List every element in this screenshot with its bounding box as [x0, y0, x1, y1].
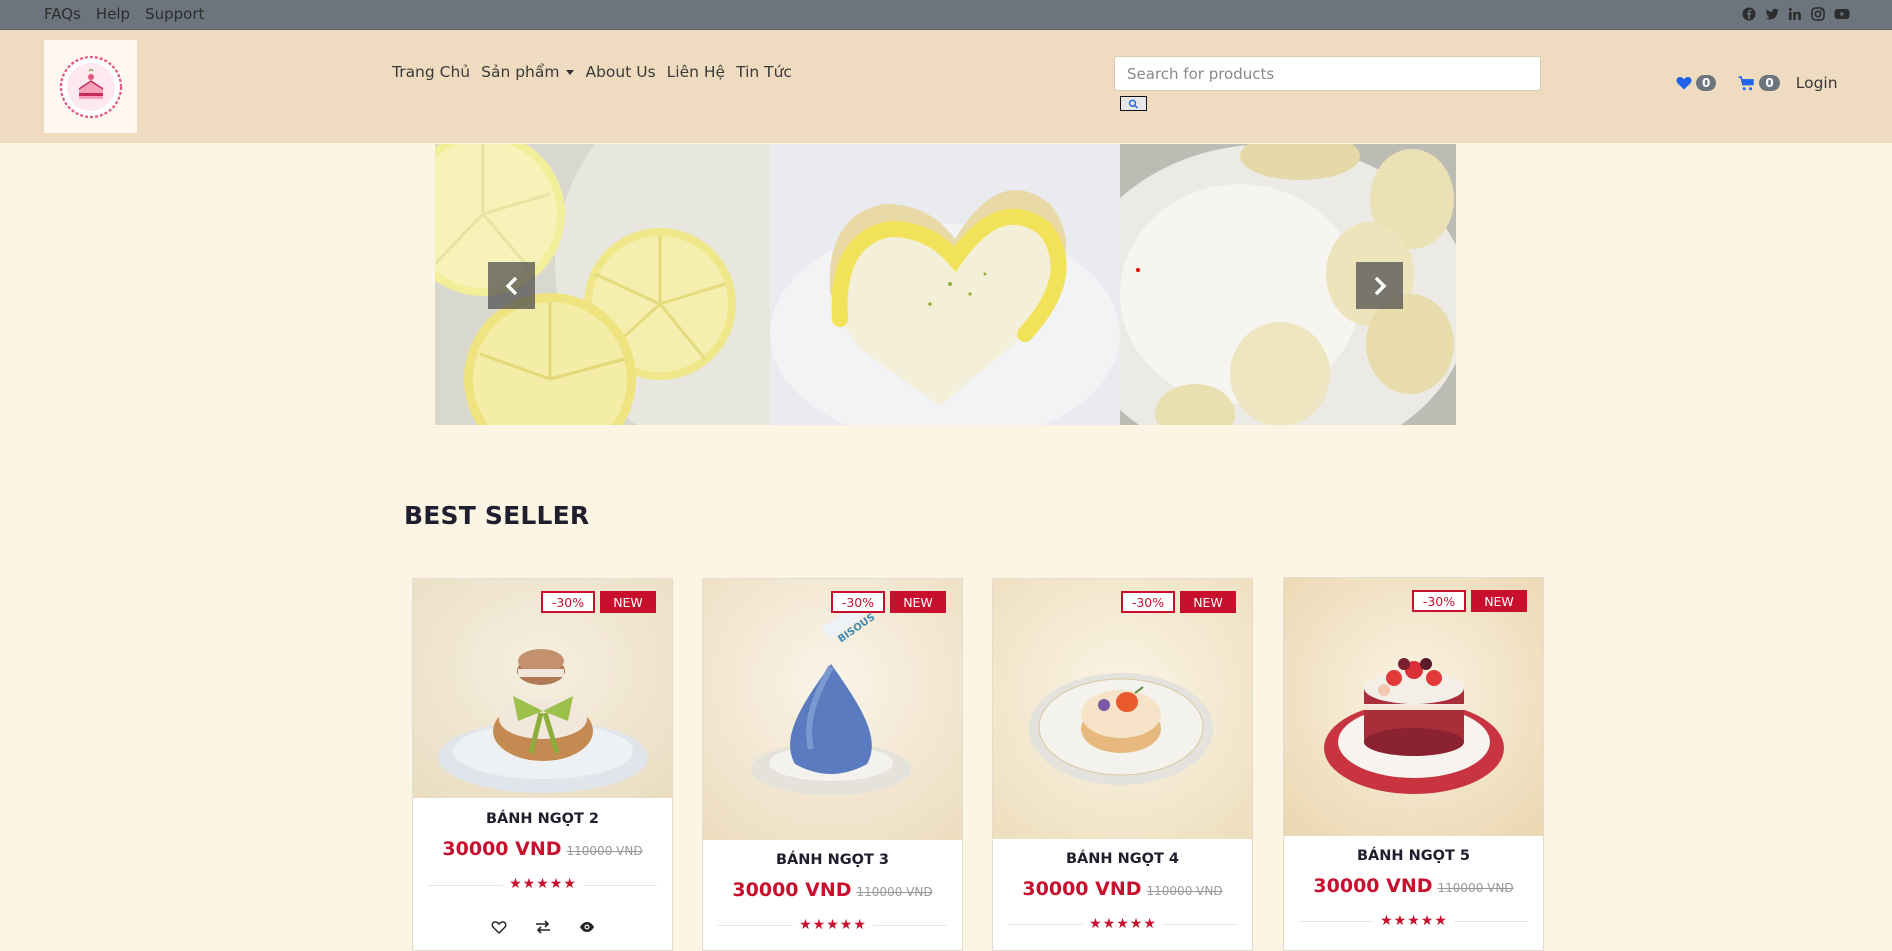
current-price: 30000 VND — [1022, 878, 1142, 900]
cake-logo-icon — [59, 55, 122, 118]
facebook-icon[interactable] — [1742, 6, 1756, 21]
linkedin-icon[interactable] — [1788, 6, 1802, 21]
cart-button[interactable]: 0 — [1730, 71, 1787, 95]
wishlist-button[interactable]: 0 — [1668, 71, 1724, 95]
carousel-indicator[interactable] — [1136, 268, 1140, 272]
support-link[interactable]: Support — [145, 5, 204, 23]
search-input[interactable] — [1114, 56, 1541, 91]
product-actions — [413, 919, 672, 935]
nav-contact[interactable]: Liên Hệ — [667, 63, 725, 81]
best-seller-title: BEST SELLER — [404, 501, 590, 530]
heart-cheesecake-image — [770, 144, 1120, 425]
product-image — [1284, 578, 1543, 836]
rating-stars: ★★★★★ — [793, 917, 873, 933]
discount-badge: -30% — [831, 591, 885, 613]
main-nav: Trang Chủ Sản phẩm About Us Liên Hệ Tin … — [392, 63, 792, 81]
old-price: 110000 VND — [1146, 884, 1223, 898]
carousel-prev-button[interactable] — [488, 262, 535, 309]
product-card[interactable]: BISOUS -30% NEW BÁNH NGỌT 3 30000 VND 110… — [702, 578, 963, 951]
product-card[interactable]: -30% NEW BÁNH NGỌT 2 30000 VND 110000 VND… — [412, 578, 673, 951]
help-link[interactable]: Help — [96, 5, 130, 23]
chevron-right-icon — [1374, 276, 1386, 295]
discount-badge: -30% — [1121, 591, 1175, 613]
cart-count-badge: 0 — [1759, 75, 1780, 91]
header-actions: 0 0 Login — [1668, 71, 1838, 95]
product-name[interactable]: BÁNH NGỌT 3 — [703, 852, 962, 868]
top-links: FAQs Help Support — [44, 5, 204, 23]
nav-home[interactable]: Trang Chủ — [392, 63, 470, 81]
product-image: BISOUS — [703, 579, 962, 840]
carousel-next-button[interactable] — [1356, 262, 1403, 309]
heart-outline-icon[interactable] — [491, 919, 507, 935]
instagram-icon[interactable] — [1811, 6, 1825, 21]
compare-icon[interactable] — [535, 919, 551, 935]
eye-icon[interactable] — [579, 919, 595, 935]
old-price: 110000 VND — [566, 844, 643, 858]
new-badge: NEW — [600, 591, 656, 613]
current-price: 30000 VND — [732, 879, 852, 901]
site-header: Trang Chủ Sản phẩm About Us Liên Hệ Tin … — [0, 30, 1892, 143]
new-badge: NEW — [890, 591, 946, 613]
rating-stars: ★★★★★ — [503, 876, 583, 892]
discount-badge: -30% — [541, 591, 595, 613]
product-card[interactable]: -30% NEW BÁNH NGỌT 5 30000 VND 110000 VND… — [1283, 577, 1544, 951]
brand-logo[interactable] — [44, 40, 137, 133]
caret-down-icon — [566, 70, 575, 75]
lemons-image — [435, 144, 771, 425]
nav-about[interactable]: About Us — [585, 63, 655, 81]
nav-news[interactable]: Tin Tức — [736, 63, 792, 81]
nav-products-label: Sản phẩm — [481, 63, 560, 81]
product-image — [993, 579, 1252, 839]
youtube-icon[interactable] — [1834, 6, 1850, 21]
wishlist-count-badge: 0 — [1696, 75, 1717, 91]
heart-icon — [1676, 76, 1692, 90]
current-price: 30000 VND — [442, 838, 562, 860]
product-price: 30000 VND 110000 VND — [413, 838, 672, 860]
product-card[interactable]: -30% NEW BÁNH NGỌT 4 30000 VND 110000 VND… — [992, 578, 1253, 951]
social-links — [1742, 6, 1850, 21]
product-name[interactable]: BÁNH NGỌT 4 — [993, 851, 1252, 867]
old-price: 110000 VND — [856, 885, 933, 899]
discount-badge: -30% — [1412, 590, 1466, 612]
old-price: 110000 VND — [1437, 881, 1514, 895]
top-bar: FAQs Help Support — [0, 0, 1892, 30]
hero-carousel — [435, 144, 1456, 425]
bananas-yogurt-image — [1120, 144, 1456, 425]
rating-stars: ★★★★★ — [1083, 916, 1163, 932]
current-price: 30000 VND — [1313, 875, 1433, 897]
new-badge: NEW — [1471, 590, 1527, 612]
cart-icon — [1738, 75, 1755, 90]
rating-stars: ★★★★★ — [1374, 913, 1454, 929]
search-icon — [1128, 99, 1139, 109]
login-link[interactable]: Login — [1796, 74, 1838, 92]
product-name[interactable]: BÁNH NGỌT 2 — [413, 811, 672, 827]
product-price: 30000 VND 110000 VND — [1284, 875, 1543, 897]
new-badge: NEW — [1180, 591, 1236, 613]
product-price: 30000 VND 110000 VND — [993, 878, 1252, 900]
product-price: 30000 VND 110000 VND — [703, 879, 962, 901]
chevron-left-icon — [505, 276, 517, 295]
twitter-icon[interactable] — [1765, 6, 1779, 21]
search-button[interactable] — [1120, 96, 1147, 111]
product-name[interactable]: BÁNH NGỌT 5 — [1284, 848, 1543, 864]
faqs-link[interactable]: FAQs — [44, 5, 81, 23]
nav-products-dropdown[interactable]: Sản phẩm — [481, 63, 575, 81]
